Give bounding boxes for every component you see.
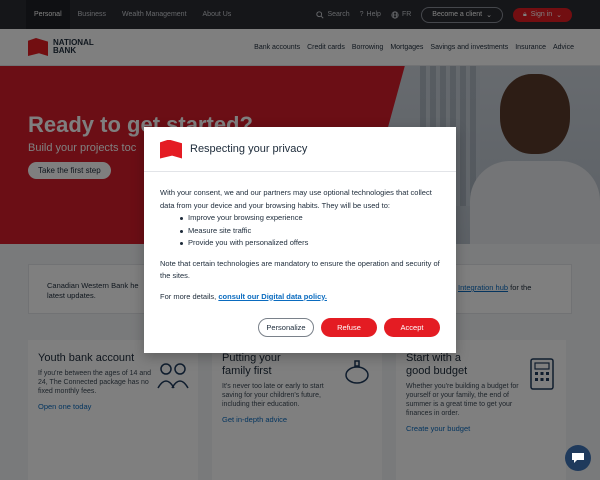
accept-button[interactable]: Accept	[384, 318, 440, 337]
bullet-item: Measure site traffic	[180, 225, 444, 238]
modal-note: Note that certain technologies are manda…	[160, 258, 440, 281]
privacy-modal: Respecting your privacy With your consen…	[144, 127, 456, 353]
chat-button[interactable]	[565, 445, 591, 471]
details-prefix: For more details,	[160, 291, 219, 301]
refuse-button[interactable]: Refuse	[321, 318, 377, 337]
bullet-item: Provide you with personalized offers	[180, 237, 444, 250]
modal-details: For more details, consult our Digital da…	[160, 291, 444, 304]
chat-icon	[572, 453, 584, 463]
modal-body: With your consent, we and our partners m…	[160, 187, 444, 303]
bullet-item: Improve your browsing experience	[180, 212, 444, 225]
modal-intro: With your consent, we and our partners m…	[160, 188, 432, 210]
modal-actions: Personalize Refuse Accept	[258, 318, 440, 337]
digital-data-policy-link[interactable]: consult our Digital data policy.	[218, 292, 327, 301]
modal-title: Respecting your privacy	[190, 143, 308, 155]
modal-header: Respecting your privacy	[144, 127, 456, 172]
modal-bullet-list: Improve your browsing experience Measure…	[180, 212, 444, 250]
bank-flag-icon	[160, 139, 182, 159]
personalize-button[interactable]: Personalize	[258, 318, 314, 337]
